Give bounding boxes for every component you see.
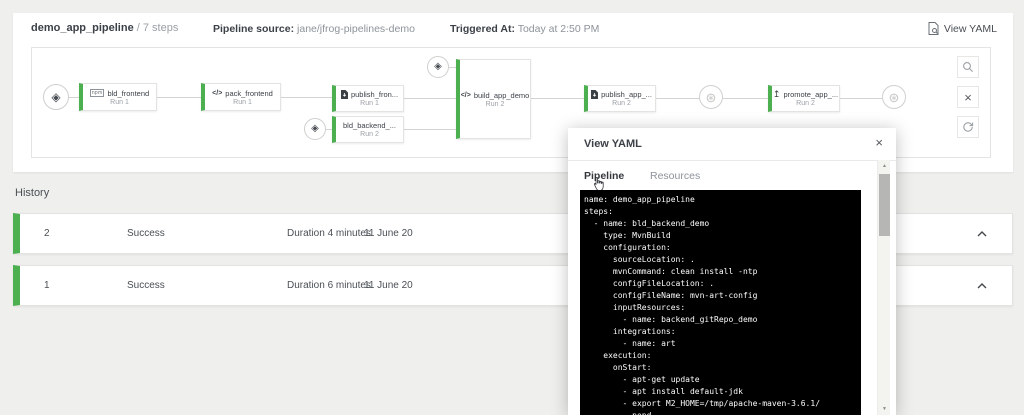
edge (723, 98, 768, 99)
modal-close-button[interactable]: × (875, 136, 883, 149)
pipeline-steps-count: / 7 steps (136, 22, 179, 34)
git-repo-icon: ◈ (311, 123, 319, 134)
tab-resources[interactable]: Resources (650, 170, 700, 182)
build-info-resource[interactable]: ⊛ (699, 85, 723, 109)
run-duration: Duration 6 minutes (287, 280, 371, 291)
step-name: pack_frontend (225, 88, 273, 98)
step-title: publish_app_... (591, 90, 652, 99)
step-title: </> build_app_demo (461, 91, 530, 100)
step-title: npm bld_frontend (89, 88, 150, 98)
edge (69, 97, 79, 98)
step-run: Run 2 (796, 100, 815, 107)
edge (404, 129, 456, 130)
step-node-bld-frontend[interactable]: npm bld_frontend Run 1 (79, 83, 157, 111)
edge (531, 98, 584, 99)
run-number: 1 (44, 280, 50, 291)
modal-scrollbar[interactable]: ▲ ▼ (877, 160, 890, 415)
code-icon: </> (212, 89, 223, 97)
step-run: Run 2 (360, 131, 379, 138)
step-node-promote-app[interactable]: ↥ promote_app_... Run 2 (768, 85, 840, 112)
page-title: demo_app_pipeline / 7 steps (31, 22, 178, 34)
modal-title: View YAML (584, 138, 642, 150)
pipeline-source: Pipeline source: jane/jfrog-pipelines-de… (213, 23, 415, 35)
search-icon (963, 62, 973, 72)
chevron-up-icon (977, 283, 987, 289)
run-date: 11 June 20 (364, 280, 413, 291)
step-name: promote_app_... (783, 90, 839, 99)
status-badge: Success (127, 280, 165, 291)
step-run: Run 2 (485, 100, 505, 108)
publish-file-icon (340, 90, 348, 99)
step-name: build_app_demo (473, 90, 530, 100)
edge (840, 98, 882, 99)
code-icon: </> (460, 91, 471, 99)
step-name: publish_app_... (601, 90, 652, 99)
run-date: 11 June 20 (364, 228, 413, 239)
collapse-row-button[interactable] (974, 278, 990, 294)
build-info-resource[interactable]: ⊛ (882, 85, 906, 109)
status-badge: Success (127, 228, 165, 239)
step-name: bld_backend_... (343, 121, 396, 130)
triggered-at: Triggered At: Today at 2:50 PM (450, 23, 599, 35)
git-repo-icon: ◈ (434, 61, 442, 72)
edge (404, 98, 456, 99)
chevron-up-icon (977, 231, 987, 237)
scroll-up-arrow[interactable]: ▲ (878, 160, 891, 172)
step-name: publish_fron... (350, 90, 399, 99)
step-node-pack-frontend[interactable]: </> pack_frontend Run 1 (201, 83, 281, 111)
history-section-title: History (15, 187, 50, 199)
collapse-row-button[interactable] (974, 226, 990, 242)
yaml-document-search-icon (928, 22, 939, 35)
git-repo-resource[interactable]: ◈ (304, 118, 326, 140)
yaml-code-block: name: demo_app_pipeline steps: - name: b… (580, 190, 861, 415)
step-run: Run 1 (110, 98, 129, 106)
view-yaml-modal: View YAML × Pipeline Resources name: dem… (568, 128, 896, 415)
edge (157, 97, 201, 98)
build-info-icon: ⊛ (888, 89, 900, 105)
npm-icon: npm (89, 89, 105, 97)
step-title: publish_fron... (340, 90, 399, 99)
pipeline-name: demo_app_pipeline (31, 22, 134, 34)
git-repo-resource[interactable]: ◈ (427, 56, 449, 78)
pipeline-source-value: jane/jfrog-pipelines-demo (297, 23, 415, 35)
step-run: Run 1 (360, 100, 379, 107)
scrollbar-thumb[interactable] (879, 174, 890, 236)
step-title: ↥ promote_app_... (772, 89, 839, 100)
git-repo-resource[interactable]: ◈ (43, 84, 69, 110)
edge (281, 97, 332, 98)
pipeline-source-label: Pipeline source: (213, 23, 295, 35)
refresh-button[interactable] (957, 116, 979, 138)
step-title: bld_backend_... (343, 121, 396, 130)
step-run: Run 2 (612, 100, 631, 107)
git-repo-icon: ◈ (51, 90, 61, 104)
edge (449, 67, 456, 68)
close-icon: × (964, 89, 972, 105)
step-title: </> pack_frontend (212, 89, 273, 98)
run-duration: Duration 4 minutes (287, 228, 371, 239)
refresh-icon (963, 122, 974, 132)
view-yaml-button[interactable]: View YAML (928, 22, 997, 35)
step-node-bld-backend[interactable]: bld_backend_... Run 2 (332, 116, 404, 143)
modal-header: View YAML × (568, 128, 896, 161)
promote-icon: ↥ (772, 89, 781, 99)
run-number: 2 (44, 228, 50, 239)
triggered-at-label: Triggered At: (450, 23, 515, 35)
edge (656, 98, 699, 99)
view-yaml-label: View YAML (943, 22, 997, 35)
build-info-icon: ⊛ (705, 89, 717, 105)
step-node-publish-frontend[interactable]: publish_fron... Run 1 (332, 85, 404, 112)
scroll-down-arrow[interactable]: ▼ (878, 403, 891, 415)
publish-file-icon (591, 90, 599, 99)
step-node-publish-app[interactable]: publish_app_... Run 2 (584, 85, 656, 112)
step-name: bld_frontend (107, 88, 150, 98)
close-zoom-button[interactable]: × (957, 86, 979, 108)
step-node-build-app-demo[interactable]: </> build_app_demo Run 2 (456, 59, 531, 139)
zoom-search-button[interactable] (957, 56, 979, 78)
step-run: Run 1 (233, 98, 252, 106)
triggered-at-value: Today at 2:50 PM (517, 23, 600, 35)
